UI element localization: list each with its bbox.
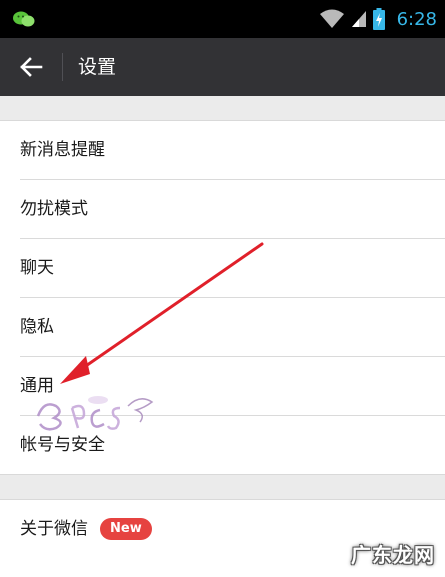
new-badge: New (100, 518, 152, 540)
settings-item-label: 新消息提醒 (20, 140, 105, 160)
settings-item-label: 帐号与安全 (20, 435, 105, 455)
settings-item-do-not-disturb[interactable]: 勿扰模式 (20, 180, 445, 239)
watermark-logo-icon (36, 396, 154, 431)
battery-icon (372, 8, 385, 30)
settings-item-privacy[interactable]: 隐私 (20, 298, 445, 357)
back-arrow-icon[interactable] (18, 54, 44, 80)
app-bar: 设置 (0, 38, 445, 96)
watermark-site-name: 广东龙网 (351, 543, 435, 567)
section-gap (0, 475, 445, 499)
settings-item-new-message-alerts[interactable]: 新消息提醒 (20, 121, 445, 180)
settings-item-label: 隐私 (20, 317, 54, 337)
settings-item-label: 聊天 (20, 258, 54, 278)
status-icons: 6:28 (319, 6, 437, 32)
status-time: 6:28 (396, 8, 437, 30)
status-bar: 6:28 (0, 0, 445, 38)
signal-icon (351, 11, 366, 27)
section-gap (0, 96, 445, 120)
wifi-icon (319, 9, 344, 28)
settings-item-chats[interactable]: 聊天 (20, 239, 445, 298)
appbar-divider (62, 53, 63, 81)
page-title: 设置 (78, 56, 117, 78)
wechat-icon (13, 11, 35, 27)
settings-item-label: 关于微信 (20, 519, 88, 539)
settings-item-label: 勿扰模式 (20, 199, 88, 219)
